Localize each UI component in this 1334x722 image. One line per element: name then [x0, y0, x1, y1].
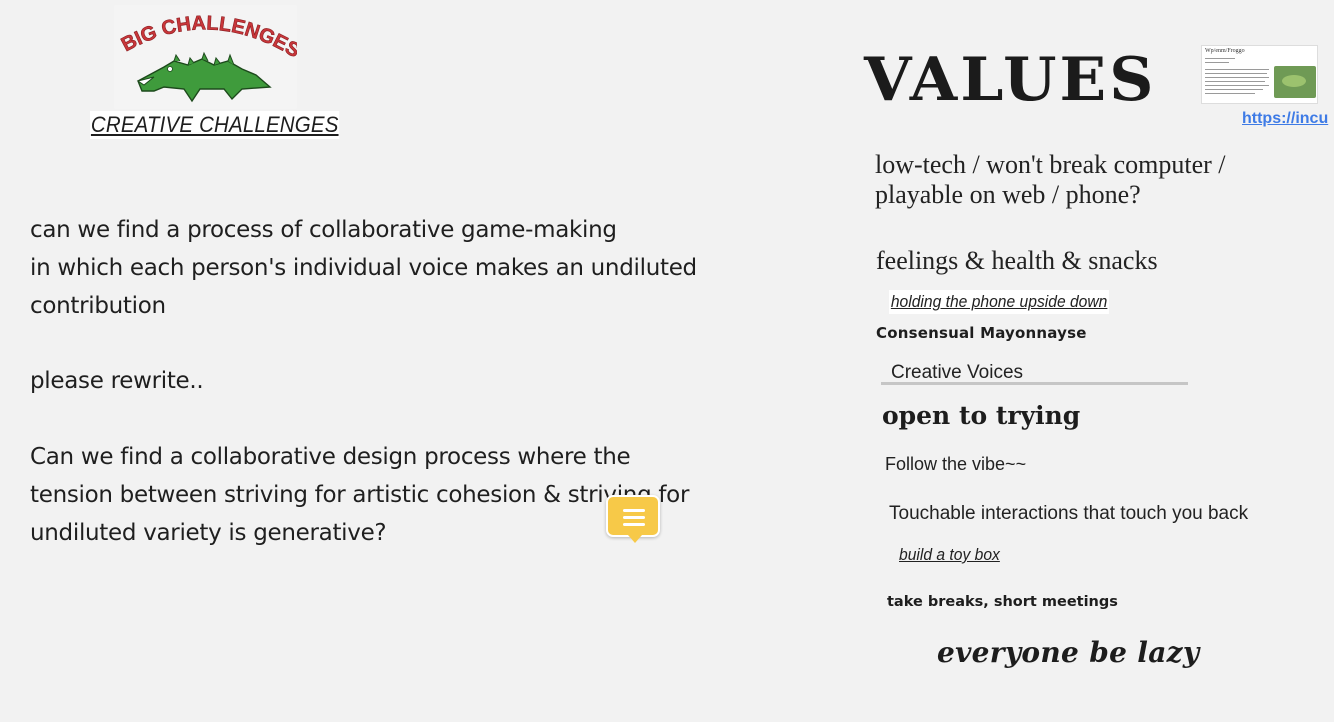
value-item-low-tech: low-tech / won't break computer / playab… [875, 150, 1226, 209]
svg-text:BIG CHALLENGES: BIG CHALLENGES [118, 12, 297, 62]
value-item-toy-box-link[interactable]: build a toy box [899, 543, 1000, 567]
crocodile-logo-icon: BIG CHALLENGES [118, 12, 297, 103]
values-heading: VALUES [864, 45, 1157, 115]
value-item-phone-upside-down-link[interactable]: holding the phone upside down [889, 290, 1110, 314]
big-challenges-logo: BIG CHALLENGES [114, 5, 297, 109]
thumbnail-title: Wp/enm/Froggo [1205, 48, 1245, 54]
wiki-thumbnail-image[interactable]: Wp/enm/Froggo [1201, 45, 1318, 104]
value-item-mayonnayse: Consensual Mayonnayse [876, 324, 1087, 342]
url-link[interactable]: https://incu [1242, 110, 1328, 128]
rewrite-note: please rewrite.. [30, 368, 204, 394]
comment-icon[interactable] [606, 495, 660, 543]
value-item-take-breaks: take breaks, short meetings [887, 594, 1118, 610]
question-paragraph: can we find a process of collaborative g… [30, 217, 697, 319]
frog-photo [1274, 66, 1316, 98]
value-item-follow-vibe: Follow the vibe~~ [885, 454, 1027, 474]
value-item-touchable-interactions: Touchable interactions that touch you ba… [889, 503, 1249, 524]
rewritten-question-paragraph: Can we find a collaborative design proce… [30, 444, 690, 546]
value-item-open-to-trying: open to trying [882, 401, 1081, 430]
creative-challenges-link[interactable]: CREATIVE CHALLENGES [90, 111, 340, 139]
divider-line [881, 382, 1188, 385]
value-item-feelings: feelings & health & snacks [876, 246, 1158, 275]
value-item-everyone-lazy: everyone be lazy [937, 636, 1200, 669]
